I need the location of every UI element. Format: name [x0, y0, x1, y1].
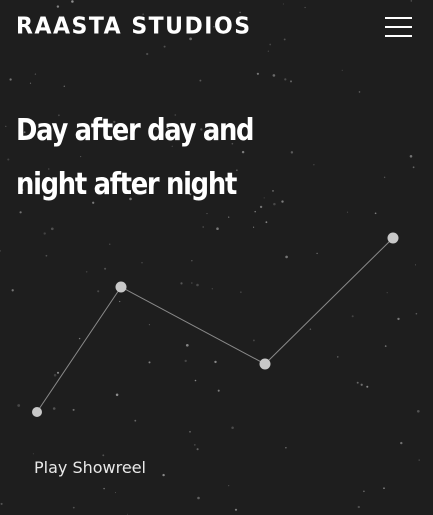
constellation-node	[387, 232, 399, 244]
constellation-line	[264, 237, 394, 365]
play-showreel-link[interactable]: Play Showreel	[34, 458, 146, 477]
constellation-line	[120, 286, 266, 365]
constellation-graphic	[32, 232, 399, 417]
hero-section: RAASTA STUDIOS Day after day and night a…	[0, 0, 433, 515]
constellation-node	[259, 358, 271, 370]
constellation-node	[115, 281, 127, 293]
constellation-line	[36, 286, 122, 413]
constellation-node	[32, 407, 42, 417]
